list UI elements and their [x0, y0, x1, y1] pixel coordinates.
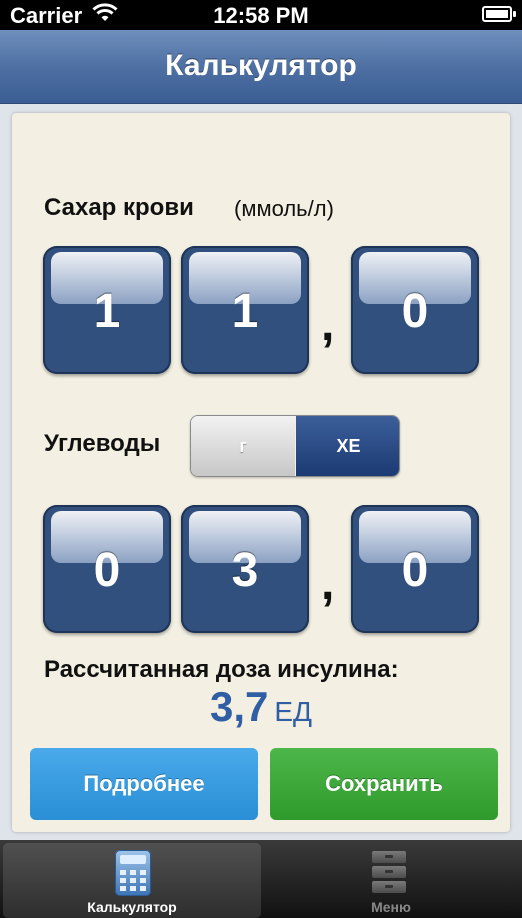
blood-sugar-digit-3[interactable]: 0	[351, 246, 479, 374]
carbs-digit-1[interactable]: 0	[43, 505, 171, 633]
tab-calculator-label: Калькулятор	[87, 899, 177, 915]
carbs-unit-segmented-control[interactable]: г ХЕ	[190, 415, 400, 477]
calculator-icon	[115, 850, 151, 896]
insulin-dose-value: 3,7	[209, 683, 269, 730]
clock: 12:58 PM	[213, 3, 309, 28]
insulin-dose-label: Рассчитанная доза инсулина:	[44, 656, 399, 683]
segment-grams[interactable]: г	[191, 416, 295, 476]
status-bar: Carrier 12:58 PM	[0, 0, 522, 30]
blood-sugar-label: Сахар крови	[44, 194, 194, 221]
save-button[interactable]: Сохранить	[270, 748, 498, 820]
page-title: Калькулятор	[165, 49, 357, 82]
carbs-digit-3[interactable]: 0	[351, 505, 479, 633]
tab-menu[interactable]: Меню	[262, 843, 520, 918]
insulin-dose-unit: ЕД	[274, 696, 313, 727]
blood-sugar-unit: (ммоль/л)	[234, 196, 334, 221]
menu-icon	[372, 851, 406, 895]
carbs-decimal-comma: ,	[321, 557, 335, 610]
carbs-label: Углеводы	[44, 430, 161, 457]
segment-bread-units[interactable]: ХЕ	[296, 416, 399, 476]
tab-menu-label: Меню	[371, 899, 411, 915]
blood-sugar-decimal-comma: ,	[321, 298, 335, 351]
blood-sugar-digit-2[interactable]: 1	[181, 246, 309, 374]
tab-bar: Калькулятор Меню	[0, 840, 522, 918]
battery-icon	[482, 6, 516, 22]
tab-calculator[interactable]: Калькулятор	[3, 843, 261, 918]
blood-sugar-digit-1[interactable]: 1	[43, 246, 171, 374]
insulin-dose-result: 3,7 ЕД	[0, 683, 522, 731]
nav-bar: Калькулятор	[0, 30, 522, 104]
carbs-digit-2[interactable]: 3	[181, 505, 309, 633]
details-button[interactable]: Подробнее	[30, 748, 258, 820]
